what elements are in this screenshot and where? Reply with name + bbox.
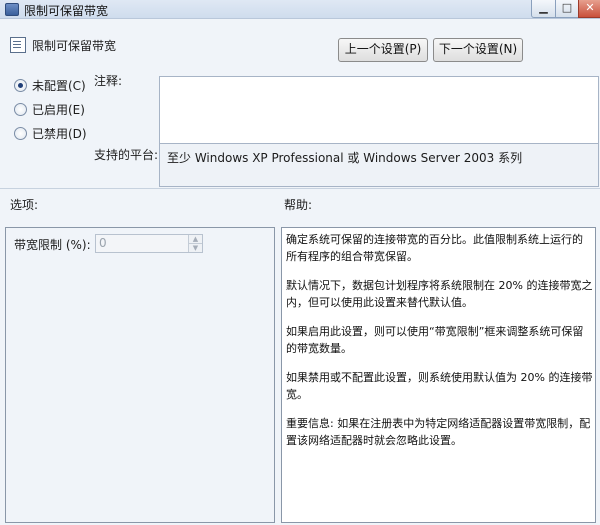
help-pane[interactable]: 确定系统可保留的连接带宽的百分比。此值限制系统上运行的所有程序的组合带宽保留。 … — [281, 227, 596, 523]
help-label: 帮助: — [284, 198, 313, 212]
spin-buttons: ▲ ▼ — [188, 235, 202, 252]
radio-not-configured[interactable]: 未配置(C) — [14, 77, 86, 93]
bandwidth-limit-label: 带宽限制 (%): — [14, 238, 91, 252]
window-title: 限制可保留带宽 — [24, 4, 109, 18]
comment-label: 注释: — [94, 74, 123, 88]
help-text: 确定系统可保留的连接带宽的百分比。此值限制系统上运行的所有程序的组合带宽保留。 … — [286, 231, 593, 461]
title-bar: 限制可保留带宽 ▁ □ ✕ — [0, 0, 600, 19]
radio-unselected-icon[interactable] — [14, 102, 27, 116]
next-setting-button[interactable]: 下一个设置(N) — [433, 38, 523, 62]
radio-enabled[interactable]: 已启用(E) — [14, 101, 85, 117]
policy-window-icon — [5, 3, 19, 16]
radio-label: 已禁用(D) — [32, 126, 87, 141]
radio-label: 已启用(E) — [32, 102, 85, 117]
help-paragraph: 默认情况下，数据包计划程序将系统限制在 20% 的连接带宽之内，但可以使用此设置… — [286, 279, 593, 309]
dialog-content: 限制可保留带宽 上一个设置(P) 下一个设置(N) 未配置(C) 已启用(E) … — [0, 19, 600, 525]
radio-unselected-icon[interactable] — [14, 126, 27, 140]
help-paragraph: 重要信息: 如果在注册表中为特定网络适配器设置带宽限制，配置该网络适配器时就会忽… — [286, 417, 591, 447]
supported-platform-label: 支持的平台: — [94, 148, 159, 162]
bandwidth-limit-spinbox[interactable]: 0 ▲ ▼ — [95, 234, 203, 253]
help-paragraph: 确定系统可保留的连接带宽的百分比。此值限制系统上运行的所有程序的组合带宽保留。 — [286, 233, 583, 263]
bandwidth-limit-value[interactable]: 0 — [99, 236, 107, 250]
maximize-button[interactable]: □ — [555, 0, 579, 18]
minimize-button[interactable]: ▁ — [531, 0, 556, 18]
supported-platform-value: 至少 Windows XP Professional 或 Windows Ser… — [167, 151, 523, 165]
radio-selected-icon[interactable] — [14, 78, 27, 92]
radio-disabled[interactable]: 已禁用(D) — [14, 125, 87, 141]
radio-label: 未配置(C) — [32, 78, 86, 93]
section-divider — [0, 188, 600, 189]
supported-platform-box: 至少 Windows XP Professional 或 Windows Ser… — [159, 143, 599, 187]
options-label: 选项: — [10, 198, 39, 212]
help-paragraph: 如果启用此设置，则可以使用“带宽限制”框来调整系统可保留的带宽数量。 — [286, 325, 584, 355]
setting-title: 限制可保留带宽 — [32, 39, 117, 53]
close-button[interactable]: ✕ — [578, 0, 600, 18]
spin-down-icon[interactable]: ▼ — [189, 244, 202, 252]
previous-setting-button[interactable]: 上一个设置(P) — [338, 38, 428, 62]
options-pane: 带宽限制 (%): 0 ▲ ▼ — [5, 227, 275, 523]
policy-setting-icon — [10, 37, 26, 53]
spin-up-icon[interactable]: ▲ — [189, 235, 202, 244]
help-paragraph: 如果禁用或不配置此设置，则系统使用默认值为 20% 的连接带宽。 — [286, 371, 593, 401]
